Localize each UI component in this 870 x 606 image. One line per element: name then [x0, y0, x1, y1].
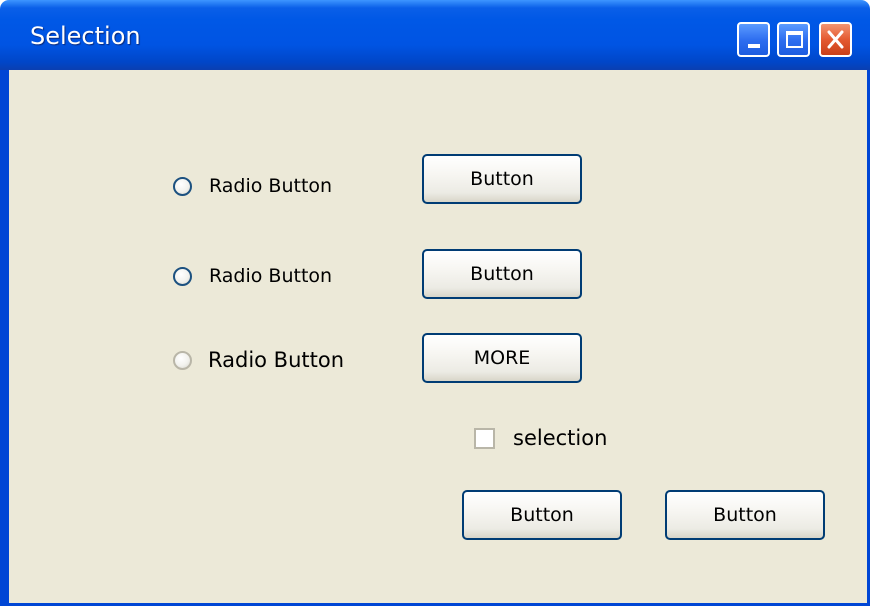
minimize-button[interactable] [737, 22, 770, 57]
selection-window: Selection Radio Button Button Radio Butt… [0, 0, 870, 606]
radio-circle[interactable] [173, 266, 192, 286]
button-row-2[interactable]: Button [422, 249, 582, 299]
bottom-right-button[interactable]: Button [665, 490, 825, 540]
title-bar[interactable]: Selection [0, 0, 870, 70]
more-button[interactable]: MORE [422, 333, 582, 383]
radio-circle[interactable] [173, 176, 192, 196]
radio-circle[interactable] [173, 350, 192, 370]
close-button[interactable] [819, 22, 852, 57]
window-title: Selection [30, 22, 141, 50]
minimize-icon [748, 44, 760, 48]
maximize-button[interactable] [777, 22, 810, 57]
maximize-icon [786, 31, 803, 48]
checkbox-box[interactable] [474, 427, 495, 449]
radio-label: Radio Button [209, 265, 333, 287]
client-area: Radio Button Button Radio Button Button … [0, 70, 870, 606]
bottom-left-button[interactable]: Button [462, 490, 622, 540]
radio-option-2[interactable]: Radio Button [173, 265, 332, 287]
selection-checkbox[interactable]: selection [474, 426, 607, 450]
checkbox-label: selection [513, 426, 608, 450]
close-icon [827, 30, 844, 49]
radio-label: Radio Button [208, 348, 345, 372]
radio-option-1[interactable]: Radio Button [173, 175, 332, 197]
radio-label: Radio Button [209, 175, 333, 197]
radio-option-3[interactable]: Radio Button [173, 348, 344, 372]
button-row-1[interactable]: Button [422, 154, 582, 204]
